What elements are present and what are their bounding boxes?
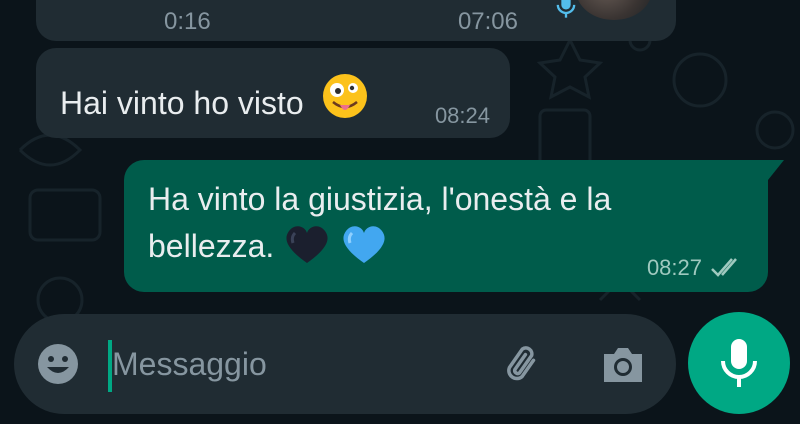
voice-record-button[interactable]	[688, 312, 790, 414]
double-check-icon	[711, 258, 737, 277]
microphone-icon	[556, 0, 576, 18]
voice-message-time: 07:06	[457, 8, 518, 35]
smiley-icon[interactable]	[36, 342, 80, 386]
message-outgoing[interactable]: Ha vinto la giustizia, l'onestà e la bel…	[124, 160, 768, 292]
message-meta: 08:27	[647, 255, 744, 281]
blue-heart-emoji-icon	[343, 226, 385, 263]
message-text-row: Hai vinto ho visto	[60, 72, 369, 122]
message-text: Hai vinto ho visto	[60, 85, 304, 121]
paperclip-icon[interactable]	[500, 340, 548, 388]
message-composer	[14, 314, 676, 414]
camera-icon[interactable]	[600, 342, 646, 386]
microphone-icon	[721, 339, 757, 387]
bubble-tail	[768, 160, 784, 180]
avatar	[576, 0, 652, 20]
zany-face-emoji-icon	[322, 74, 367, 118]
black-heart-emoji-icon	[286, 226, 328, 263]
message-text-row: Ha vinto la giustizia, l'onestà e la bel…	[148, 176, 708, 270]
message-time: 08:27	[646, 255, 702, 280]
message-incoming[interactable]: Hai vinto ho visto 08:24	[36, 48, 510, 138]
message-input[interactable]	[112, 338, 472, 390]
voice-duration: 0:16	[164, 8, 211, 35]
voice-message-bubble[interactable]: 0:16 07:06	[36, 0, 676, 41]
message-time: 08:24	[434, 103, 490, 128]
